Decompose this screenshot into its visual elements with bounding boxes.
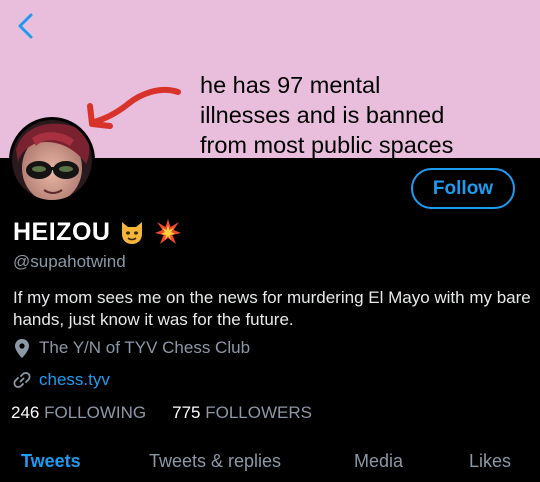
name-row: HEIZOU (13, 215, 182, 249)
cat-face-emoji (118, 218, 146, 246)
followers-count: 775 (172, 403, 201, 422)
profile-tabs: Tweets Tweets & replies Media Likes (0, 440, 540, 482)
tab-media[interactable]: Media (354, 451, 403, 472)
profile-bio: If my mom sees me on the news for murder… (13, 288, 531, 329)
location-text: The Y/N of TYV Chess Club (39, 338, 251, 357)
profile-location: The Y/N of TYV Chess Club (13, 337, 250, 359)
followers-label: FOLLOWERS (205, 403, 312, 422)
followers-stat[interactable]: 775 FOLLOWERS (172, 403, 312, 423)
tab-tweets-replies[interactable]: Tweets & replies (149, 451, 281, 472)
chevron-left-icon (18, 13, 33, 39)
back-button[interactable] (8, 8, 42, 44)
link-icon (13, 370, 31, 390)
website-link[interactable]: chess.tyv (39, 370, 110, 390)
tab-likes[interactable]: Likes (469, 451, 511, 472)
banner-caption: he has 97 mental illnesses and is banned… (200, 72, 454, 158)
following-label: FOLLOWING (44, 403, 147, 422)
follow-button[interactable]: Follow (411, 168, 515, 209)
following-stat[interactable]: 246 FOLLOWING (11, 403, 146, 423)
avatar[interactable] (9, 117, 95, 203)
location-pin-icon (13, 338, 31, 358)
following-count: 246 (11, 403, 40, 422)
display-name: HEIZOU (13, 217, 111, 246)
profile-website: chess.tyv (13, 369, 110, 391)
collision-emoji (154, 218, 182, 246)
avatar-image (12, 120, 92, 200)
profile-handle: @supahotwind (13, 252, 126, 271)
follow-stats: 246 FOLLOWING 775 FOLLOWERS (11, 403, 338, 423)
red-arrow-icon (87, 86, 181, 129)
tab-tweets[interactable]: Tweets (21, 451, 81, 472)
